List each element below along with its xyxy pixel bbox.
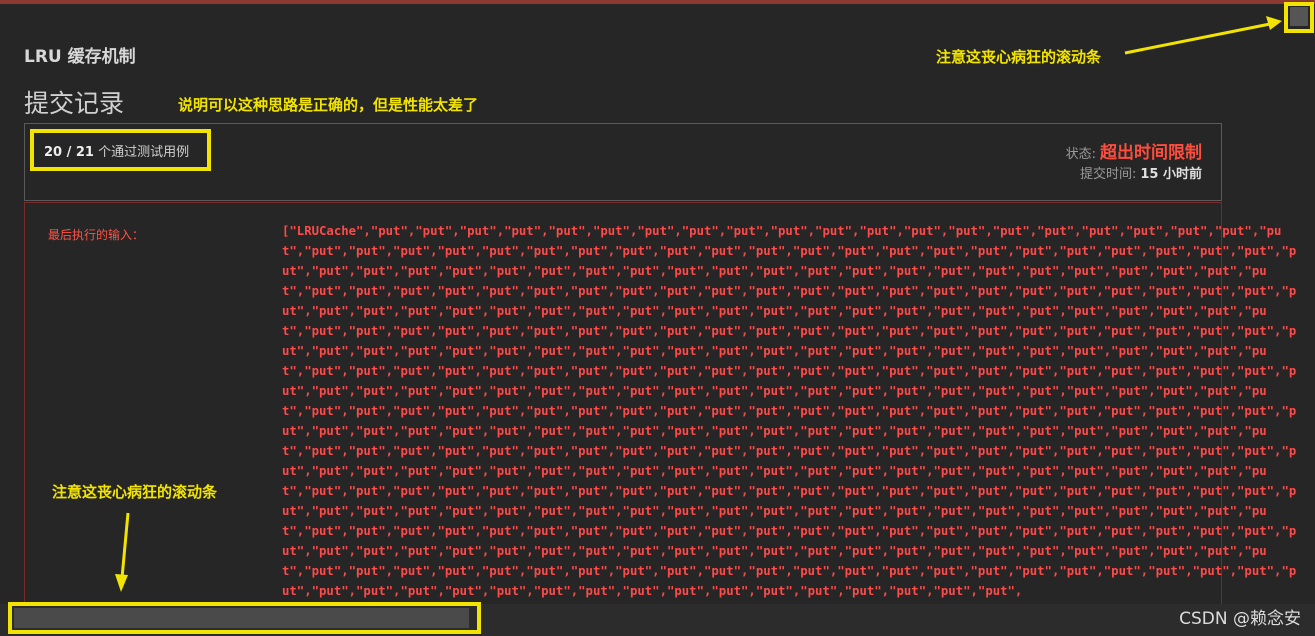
arrow-bottom-left xyxy=(120,512,130,579)
arrow-top-right-head xyxy=(1266,16,1282,30)
annotation-arrows xyxy=(115,16,1282,592)
arrow-top-right xyxy=(1124,22,1271,55)
watermark: CSDN @赖念安 xyxy=(1179,609,1301,629)
arrow-bottom-left-head xyxy=(115,574,128,592)
